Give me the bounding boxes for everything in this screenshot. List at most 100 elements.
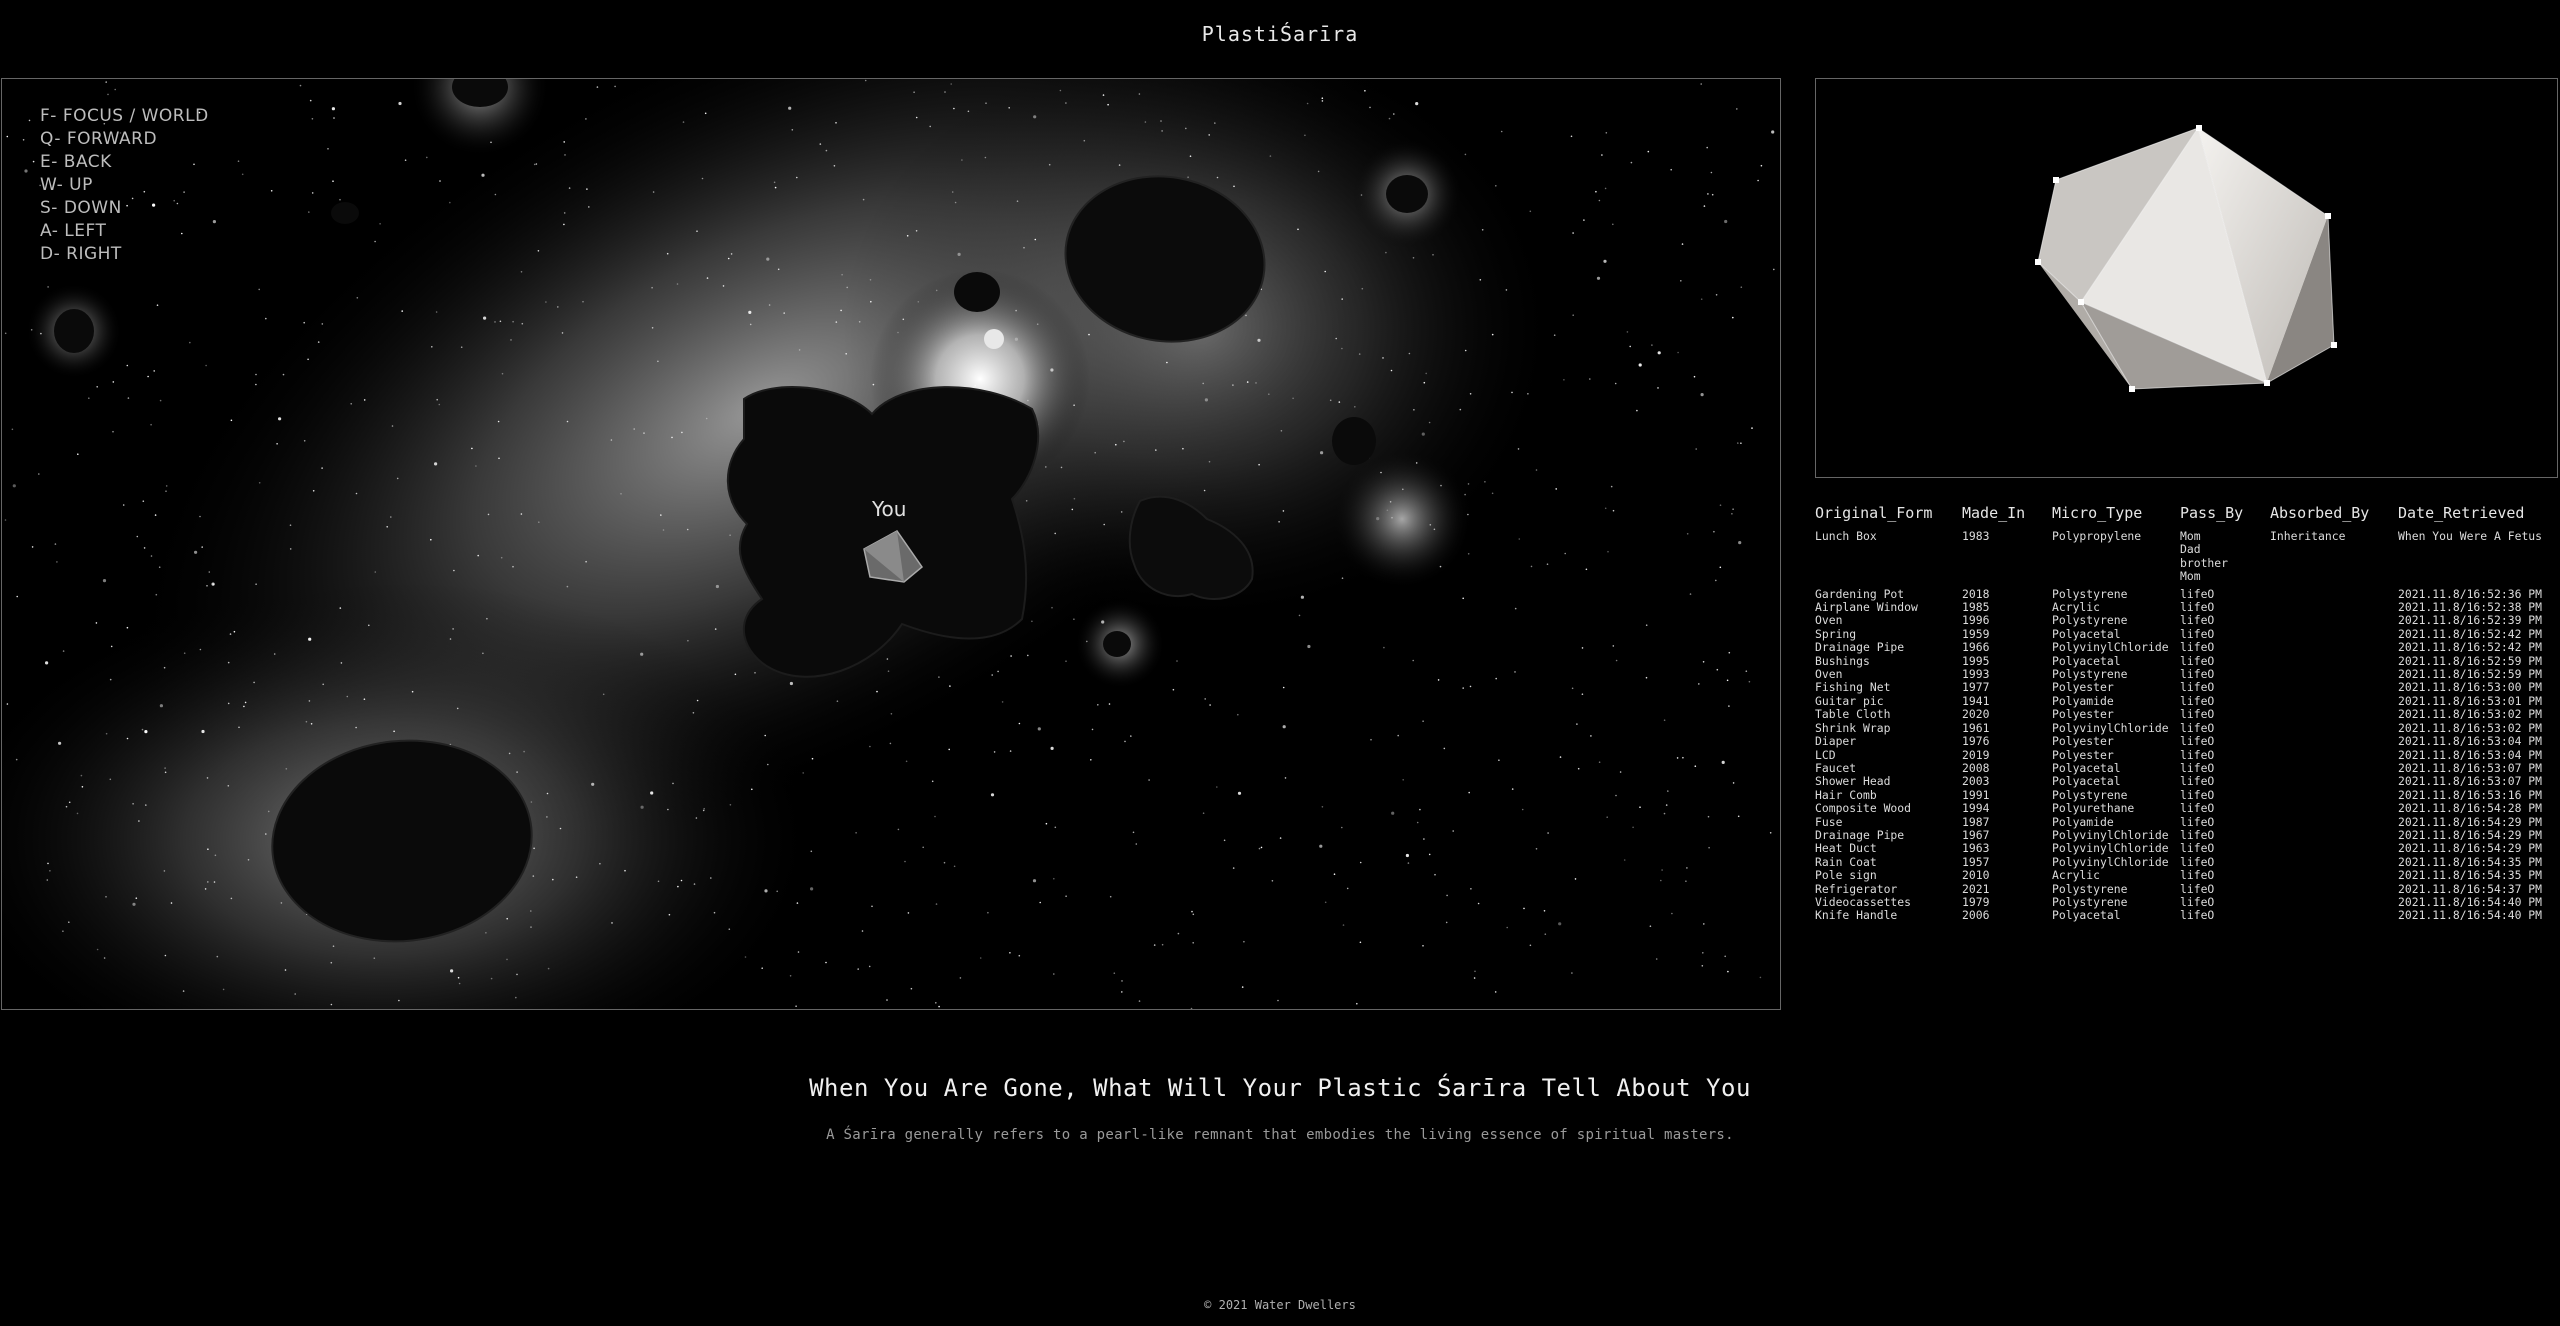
table-row[interactable]: Bushings 1995 Polyacetal lifeO 2021.11.8/16:… [1815, 655, 2560, 668]
sarira-gem[interactable] [2035, 125, 2337, 392]
table-row[interactable]: Table Cloth 2020 Polyester lifeO 2021.11.8/1… [1815, 708, 2560, 721]
sarira-blob-tiny[interactable] [954, 272, 1000, 312]
cell-absorbed-by [2270, 695, 2398, 708]
table-row[interactable]: Oven 1993 Polystyrene lifeO 2021.11.8/16:52:… [1815, 668, 2560, 681]
table-row[interactable]: Airplane Window 1985 Acrylic lifeO 2021.11.8… [1815, 601, 2560, 614]
star [282, 373, 285, 376]
star [530, 801, 533, 803]
star [450, 969, 454, 973]
table-row[interactable]: Faucet 2008 Polyacetal lifeO 2021.11.8/16:53… [1815, 762, 2560, 775]
star [482, 652, 484, 655]
sarira-blob-tiny[interactable] [331, 202, 359, 224]
col-absorbed-by[interactable]: Absorbed_By [2270, 504, 2398, 530]
cell-absorbed-by [2270, 614, 2398, 627]
star [285, 768, 288, 770]
space-scene-viewport[interactable]: F- FOCUS / WORLD Q- FORWARD E- BACK W- UP S-… [1, 78, 1781, 1010]
table-row[interactable]: Videocassettes 1979 Polystyrene lifeO 2021.1… [1815, 896, 2560, 909]
star [907, 912, 910, 914]
star [1138, 1000, 1141, 1002]
sarira-preview-viewport[interactable] [1815, 78, 2558, 478]
star [1491, 492, 1494, 495]
star [751, 788, 753, 791]
table-row[interactable]: Knife Handle 2006 Polyacetal lifeO 2021.11.8… [1815, 909, 2560, 922]
sarira-blob-tiny[interactable] [1103, 631, 1131, 657]
table-row[interactable]: Drainage Pipe 1966 PolyvinylChloride lifeO 2… [1815, 641, 2560, 654]
table-row[interactable]: LCD 2019 Polyester lifeO 2021.11.8/16:53:04 … [1815, 749, 2560, 762]
table-row[interactable]: Oven 1996 Polystyrene lifeO 2021.11.8/16:52:… [1815, 614, 2560, 627]
star [1558, 922, 1562, 926]
cell-original-form: Oven [1815, 668, 1843, 682]
star [990, 793, 995, 797]
star [11, 428, 14, 431]
table-row[interactable]: Fuse 1987 Polyamide lifeO 2021.11.8/16:54:29… [1815, 816, 2560, 829]
table-row[interactable]: Fishing Net 1977 Polyester lifeO 2021.11.8/1… [1815, 681, 2560, 694]
star [676, 283, 679, 285]
table-row[interactable]: Heat Duct 1963 PolyvinylChloride lifeO 2021.… [1815, 842, 2560, 855]
star [876, 690, 878, 693]
star [159, 399, 162, 402]
table-row[interactable]: Shrink Wrap 1961 PolyvinylChloride lifeO 202… [1815, 722, 2560, 735]
col-pass-by[interactable]: Pass_By [2180, 504, 2270, 530]
table-row[interactable]: Spring 1959 Polyacetal lifeO 2021.11.8/16:52… [1815, 628, 2560, 641]
cell-absorbed-by [2270, 856, 2398, 869]
star [1341, 347, 1343, 350]
star [545, 301, 547, 303]
star [303, 440, 306, 442]
cell-absorbed-by [2270, 681, 2398, 694]
star [1412, 659, 1414, 662]
star [212, 583, 215, 586]
cell-date-retrieved: 2021.11.8/16:54:28 PM [2398, 802, 2543, 816]
star [1383, 646, 1385, 649]
star [846, 286, 848, 289]
star [1282, 510, 1285, 512]
star [510, 339, 512, 341]
table-row[interactable]: Refrigerator 2021 Polystyrene lifeO 2021.11.… [1815, 883, 2560, 896]
star [1016, 200, 1019, 202]
sarira-blob-tiny[interactable] [1386, 175, 1428, 213]
star [520, 271, 523, 273]
table-row[interactable]: Gardening Pot 2018 Polystyrene lifeO 2021.11… [1815, 588, 2560, 601]
star [1707, 193, 1709, 195]
star [1034, 238, 1037, 241]
col-original-form[interactable]: Original_Form [1815, 504, 1962, 530]
star [363, 399, 366, 401]
star [1462, 597, 1464, 600]
table-row[interactable]: Rain Coat 1957 PolyvinylChloride lifeO 2021.… [1815, 856, 2560, 869]
star [1209, 704, 1211, 706]
cell-original-form: Airplane Window [1815, 601, 1918, 615]
table-row[interactable]: Shower Head 2003 Polyacetal lifeO 2021.11.8/… [1815, 775, 2560, 788]
table-row[interactable]: Diaper 1976 Polyester lifeO 2021.11.8/16:53:… [1815, 735, 2560, 748]
star [206, 777, 209, 779]
star [1027, 654, 1029, 657]
star [890, 713, 893, 715]
table-row[interactable]: Hair Comb 1991 Polystyrene lifeO 2021.11.8/1… [1815, 789, 2560, 802]
star [836, 700, 839, 702]
sarira-blob-tiny[interactable] [54, 309, 94, 353]
star [1407, 862, 1410, 864]
star [68, 921, 70, 923]
space-scene-canvas[interactable] [2, 79, 1780, 1009]
sarira-preview-canvas[interactable] [1816, 79, 2557, 477]
star [1632, 826, 1634, 829]
table-row[interactable]: Composite Wood 1994 Polyurethane lifeO 2021.… [1815, 802, 2560, 815]
star [948, 748, 950, 751]
table-row[interactable]: Lunch Box 1983 Polypropylene Mom Dad bro… [1815, 530, 2560, 588]
col-made-in[interactable]: Made_In [1962, 504, 2052, 530]
star [1346, 887, 1349, 890]
sarira-blob-tiny[interactable] [1332, 417, 1376, 465]
table-row[interactable]: Pole sign 2010 Acrylic lifeO 2021.11.8/16:54… [1815, 869, 2560, 882]
col-date-retrieved[interactable]: Date_Retrieved [2398, 504, 2560, 530]
star [1245, 314, 1247, 317]
col-micro-type[interactable]: Micro_Type [2052, 504, 2180, 530]
star [150, 423, 152, 426]
star [651, 286, 653, 289]
cell-made-in: 2006 [1962, 909, 1990, 923]
table-row[interactable]: Guitar pic 1941 Polyamide lifeO 2021.11.8/16… [1815, 695, 2560, 708]
star [1700, 393, 1704, 397]
cell-date-retrieved: 2021.11.8/16:52:36 PM [2398, 587, 2543, 601]
star [1581, 693, 1584, 695]
sarira-blob-flower[interactable] [726, 386, 1040, 678]
star [393, 730, 395, 733]
star [1423, 381, 1426, 384]
table-row[interactable]: Drainage Pipe 1967 PolyvinylChloride lifeO 2… [1815, 829, 2560, 842]
